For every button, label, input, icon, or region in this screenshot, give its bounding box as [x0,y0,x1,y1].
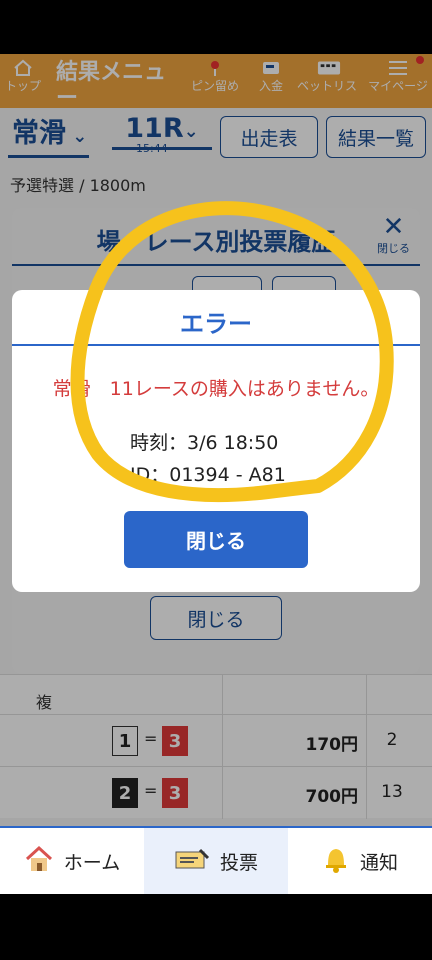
divider [12,344,420,346]
nav-home[interactable]: ホーム [0,828,144,894]
nav-vote-label: 投票 [219,851,258,874]
error-time: 時刻：3/6 18:50 [130,432,279,454]
nav-notify[interactable]: 通知 [288,828,432,894]
error-dialog: エラー 常滑 11レースの購入はありません。 時刻：3/6 18:50 ID：0… [12,290,420,592]
bottom-navigation: ホーム 投票 通知 [0,826,432,894]
error-close-button[interactable]: 閉じる [124,511,308,568]
house-icon [24,845,54,878]
nav-vote[interactable]: 投票 [144,828,288,894]
error-message: 常滑 11レースの購入はありません。 [52,378,380,400]
app-screen: トップ 結果メニュー ピン留め 入金 ベットリスト マイページ [0,54,432,894]
bell-icon [322,844,350,879]
nav-home-label: ホーム [63,851,121,874]
nav-notify-label: 通知 [359,851,398,874]
error-title: エラー [180,310,252,338]
error-id: ID：01394 - A81 [130,464,286,486]
ticket-icon [174,846,210,877]
